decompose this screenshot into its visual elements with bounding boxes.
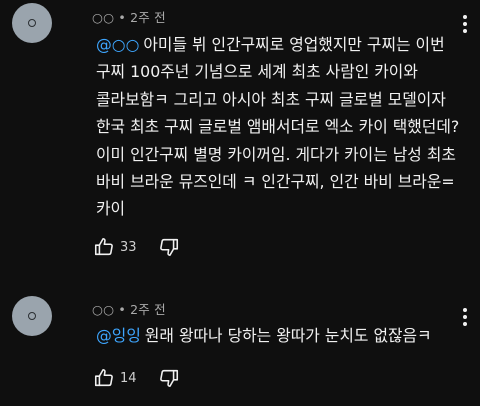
comment-body: 원래 왕따나 당하는 왕따가 눈치도 없잖음ㅋ [144, 326, 432, 345]
thumbs-up-icon[interactable] [92, 366, 116, 390]
mention-link[interactable]: @잉잉 [96, 326, 141, 345]
comment-meta: ○○ • 2주 전 [92, 10, 166, 25]
comment-thread-2: ○○ • 2주 전 @잉잉 원래 왕따나 당하는 왕따가 눈치도 없잖음ㅋ 14 [0, 270, 480, 406]
mention-link[interactable]: @○○ [96, 35, 139, 54]
like-count: 33 [120, 239, 137, 255]
comment-thread-1: ○○ • 2주 전 @○○ 아미들 뷔 인간구찌로 영업했지만 구찌는 이번 구찌… [0, 0, 480, 270]
comment-text: @○○ 아미들 뷔 인간구찌로 영업했지만 구찌는 이번 구찌 100주년 기념으… [96, 31, 468, 223]
default-avatar-icon [28, 19, 36, 27]
comment-body: 아미들 뷔 인간구찌로 영업했지만 구찌는 이번 구찌 100주년 기념으로 세… [96, 35, 460, 219]
avatar[interactable] [12, 296, 52, 336]
thumbs-down-icon[interactable] [157, 366, 181, 390]
comment-text: @잉잉 원래 왕따나 당하는 왕따가 눈치도 없잖음ㅋ [96, 322, 468, 349]
avatar[interactable] [12, 3, 52, 43]
default-avatar-icon [28, 312, 36, 320]
thumbs-up-icon[interactable] [92, 235, 116, 259]
like-count: 14 [120, 370, 137, 386]
thumbs-down-icon[interactable] [157, 235, 181, 259]
comment-actions: 33 [92, 235, 181, 259]
comment-actions: 14 [92, 366, 181, 390]
comment-meta: ○○ • 2주 전 [92, 302, 166, 317]
